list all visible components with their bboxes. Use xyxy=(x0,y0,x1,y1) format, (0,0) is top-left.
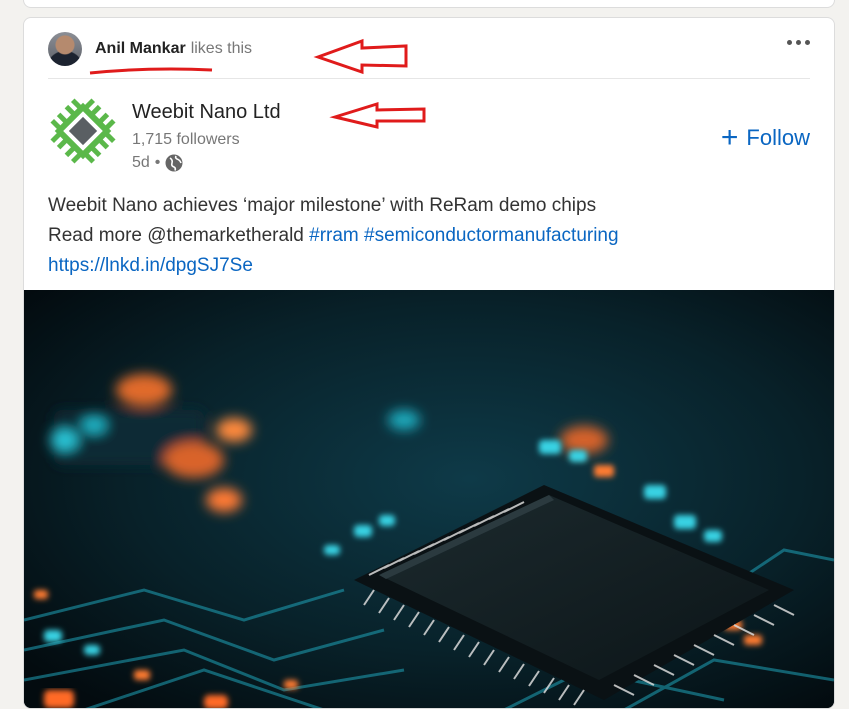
company-name[interactable]: Weebit Nano Ltd xyxy=(132,101,281,124)
hashtag-semiconductormanufacturing[interactable]: #semiconductormanufacturing xyxy=(364,225,619,246)
post-link[interactable]: https://lnkd.in/dpgSJ7Se xyxy=(48,251,619,281)
globe-icon xyxy=(165,154,183,172)
post-headline: Weebit Nano achieves ‘major milestone’ w… xyxy=(48,195,597,216)
hashtag-rram[interactable]: #rram xyxy=(309,225,359,246)
post-read-more-line: Read more @themarketherald #rram #semico… xyxy=(48,221,619,251)
more-options-icon[interactable] xyxy=(787,40,810,45)
plus-icon: + xyxy=(720,121,739,154)
follow-label: Follow xyxy=(746,125,810,150)
social-context: Anil Mankar likes this xyxy=(48,32,252,66)
divider xyxy=(48,78,810,79)
post-age: 5d xyxy=(132,154,150,171)
read-more-text: Read more @themarketherald xyxy=(48,225,304,246)
followers-count: 1,715 followers xyxy=(132,131,240,148)
post-image[interactable] xyxy=(24,290,834,709)
actor-name[interactable]: Anil Mankar xyxy=(95,40,186,58)
follow-button[interactable]: + Follow xyxy=(721,123,810,153)
avatar[interactable] xyxy=(48,32,82,66)
separator: • xyxy=(154,154,161,171)
company-logo[interactable] xyxy=(50,98,116,164)
action-text: likes this xyxy=(190,40,253,57)
previous-card xyxy=(23,0,835,8)
feed-post-card: Anil Mankar likes this Weebit Nano Ltd 1… xyxy=(23,17,835,709)
post-meta: 5d • xyxy=(132,154,183,172)
post-text: Weebit Nano achieves ‘major milestone’ w… xyxy=(48,191,619,281)
